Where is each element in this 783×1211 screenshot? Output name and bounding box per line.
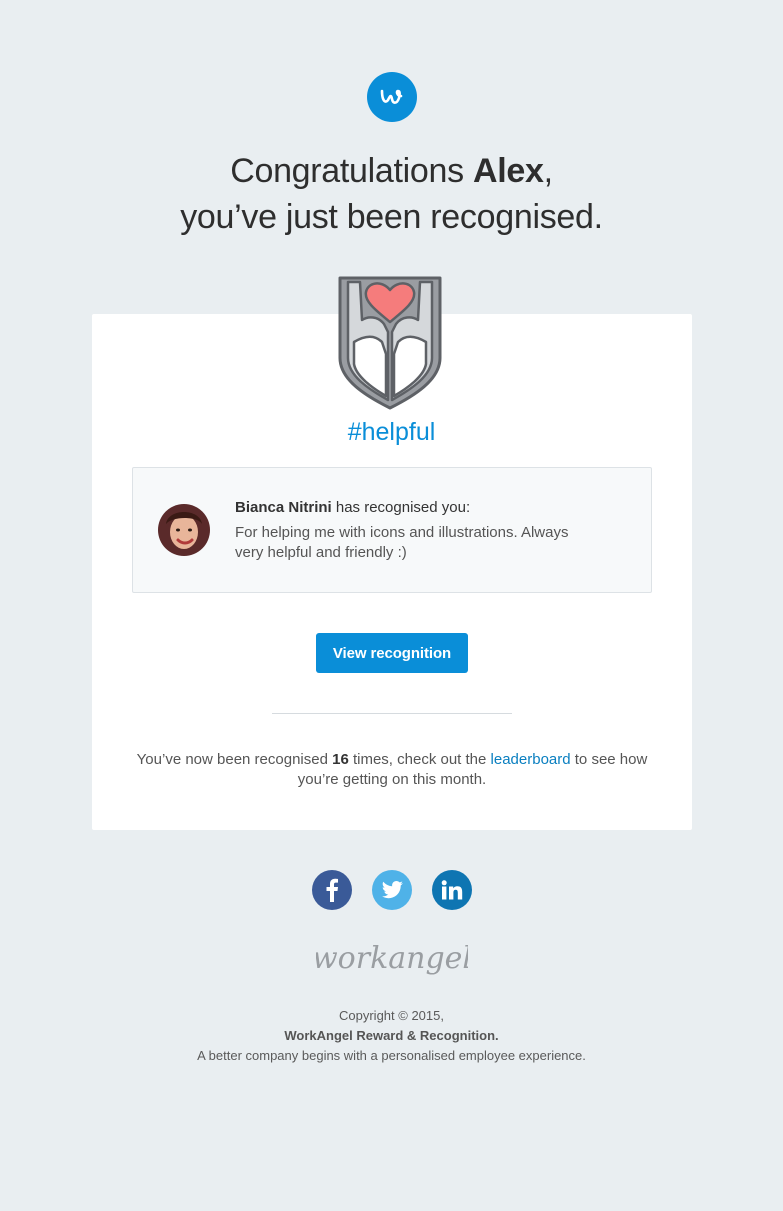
view-recognition-button[interactable]: View recognition [316,633,468,673]
workangel-wordmark: workangel [316,941,468,976]
recognition-tag: #helpful [347,418,436,446]
footer: Copyright © 2015, WorkAngel Reward & Rec… [0,1006,783,1066]
summary-middle: times, check out the [348,751,491,768]
twitter-icon[interactable] [372,870,412,910]
leaderboard-link[interactable]: leaderboard [491,751,571,768]
summary-prefix: You’ve now been recognised [136,751,333,768]
message-header: Bianca Nitrini has recognised you: [235,497,470,519]
tagline: A better company begins with a personali… [197,1048,586,1063]
headline-line-1: Congratulations Alex, [0,148,783,194]
message-body: For helping me with icons and illustrati… [235,524,569,561]
recipient-name: Alex [473,152,544,190]
greeting-prefix: Congratulations [230,152,464,190]
recognition-count: 16 [332,751,349,768]
avatar [158,504,210,556]
headline-line-2: you’ve just been recognised. [180,198,603,236]
recognition-summary: You’ve now been recognised 16 times, che… [132,750,652,790]
headline: Congratulations Alex, you’ve just been r… [0,148,783,240]
company-name: WorkAngel Reward & Recognition. [284,1028,499,1043]
facebook-icon[interactable] [312,870,352,910]
copyright: Copyright © 2015, [339,1008,444,1023]
hands-holding-heart-icon [338,276,442,410]
svg-text:workangel: workangel [316,941,468,976]
greeting-comma: , [543,152,553,190]
workangel-logo-icon[interactable] [367,72,417,122]
linkedin-icon[interactable] [432,870,472,910]
sender-name[interactable]: Bianca Nitrini [235,499,332,516]
message-action: has recognised you: [331,499,471,516]
divider [272,713,512,714]
